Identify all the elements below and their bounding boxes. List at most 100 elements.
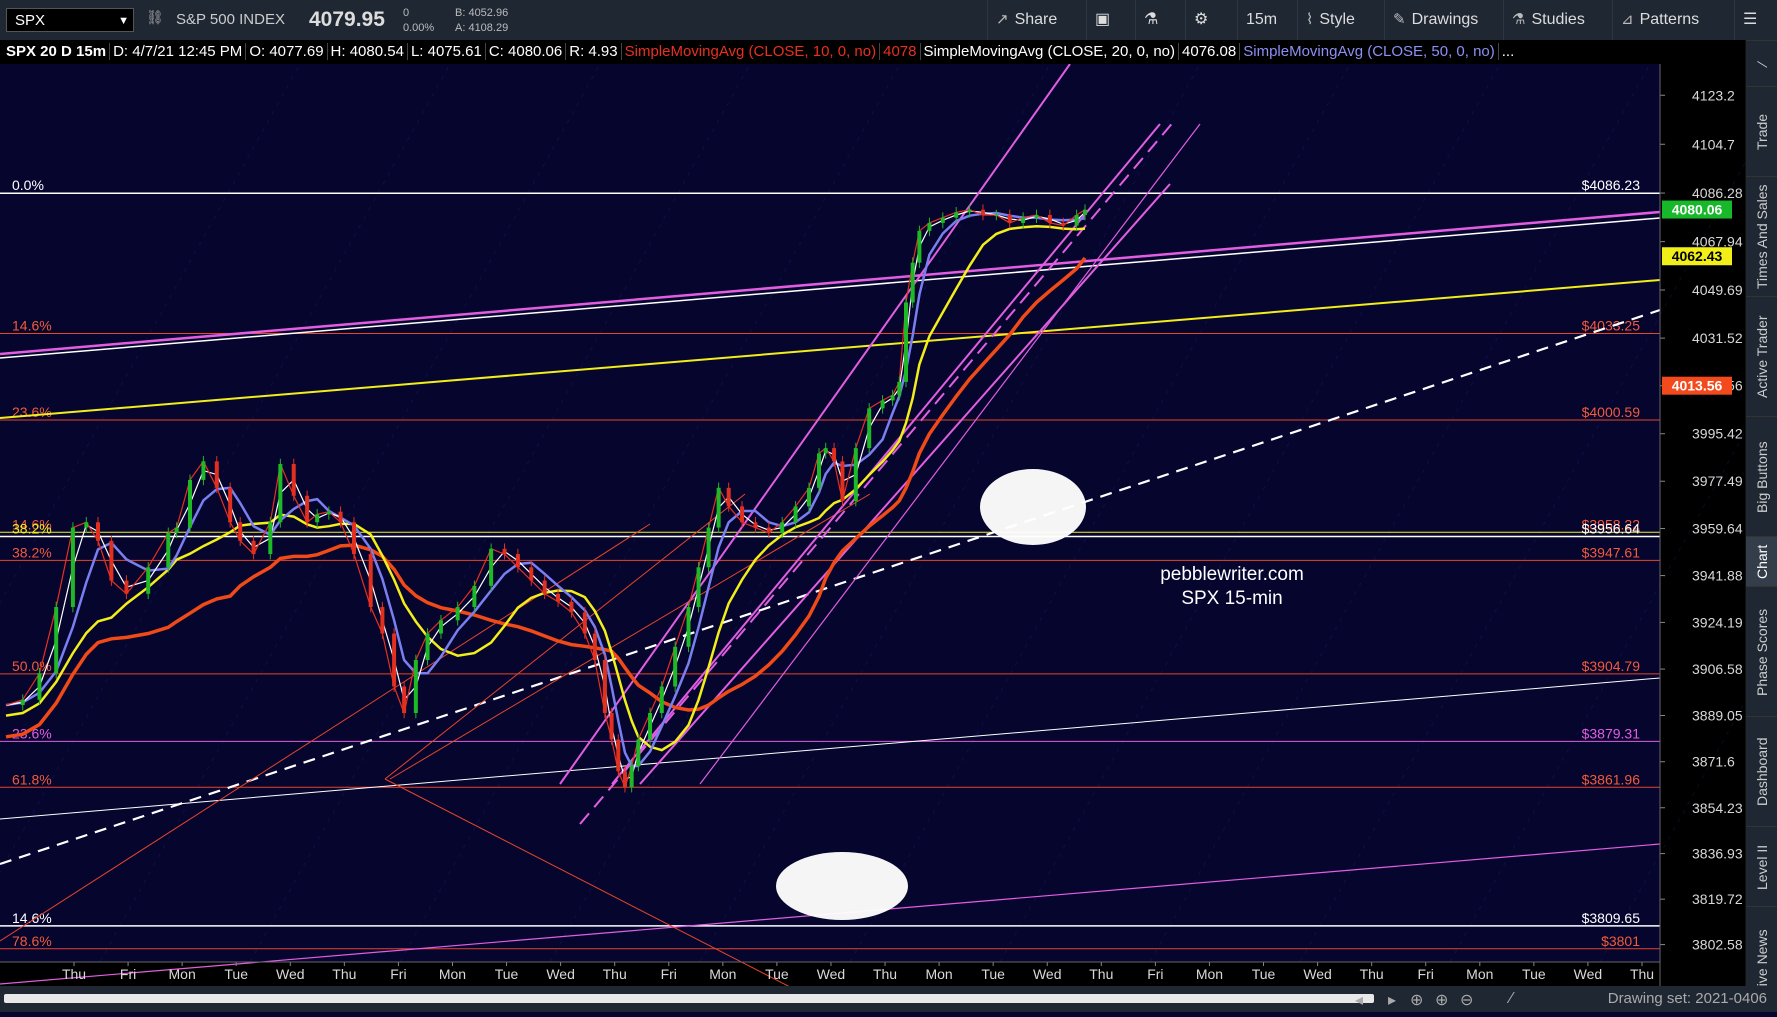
sidebar-tab-level-ii[interactable]: Level II (1746, 826, 1777, 907)
patterns-button[interactable]: ⊿ Patterns (1612, 0, 1707, 40)
fib-level-price: $4000.59 (1582, 404, 1641, 420)
candle-body (726, 487, 731, 507)
scroll-right-icon[interactable]: ▸ (1388, 990, 1396, 1010)
candle-body (686, 607, 691, 647)
candle-body (351, 522, 356, 555)
fib-level-pct: 61.8% (12, 771, 52, 787)
x-tick-label: Tue (224, 966, 248, 982)
x-tick-label: Fri (661, 966, 677, 982)
bar-date: D: 4/7/21 12:45 PM (110, 43, 247, 60)
candle-body (529, 567, 534, 581)
price-chart[interactable]: 0.0% $4086.2314.6% $4033.2523.6% $4000.5914… (0, 63, 1777, 1017)
candle-body (1021, 217, 1026, 223)
x-tick-label: Wed (276, 966, 305, 982)
x-tick-label: Thu (1630, 966, 1654, 982)
flask-button[interactable]: ⚗ (1135, 0, 1166, 40)
studies-button[interactable]: ⚗ Studies (1503, 0, 1593, 40)
style-icon: ⌇ (1306, 11, 1314, 28)
screenshot-button[interactable]: ▣ (1086, 0, 1118, 40)
interval-button[interactable]: 15m (1237, 0, 1285, 40)
candle-body (853, 448, 858, 502)
candle-body (806, 487, 811, 507)
last-price: 4079.95 (309, 8, 385, 31)
candle-body (109, 540, 114, 581)
fib-level-pct: 38.2% (12, 520, 52, 536)
sma50-label[interactable]: SimpleMovingAvg (CLOSE, 50, 0, no) (1240, 43, 1499, 60)
x-tick-label: Thu (873, 966, 897, 982)
style-button[interactable]: ⌇ Style (1297, 0, 1363, 40)
candle-body (793, 506, 798, 523)
sma10-label[interactable]: SimpleMovingAvg (CLOSE, 10, 0, no) (621, 43, 881, 60)
candle-body (897, 381, 902, 396)
y-tick-label: 3836.93 (1692, 846, 1743, 862)
sidebar-tab-active-trader[interactable]: Active Trader (1746, 296, 1777, 417)
pencil-icon: ✎ (1393, 11, 1406, 28)
drawing-set-icon[interactable]: ∕ (1510, 990, 1513, 1008)
horizontal-scrollbar[interactable] (4, 994, 1374, 1003)
x-tick-label: Fri (1418, 966, 1434, 982)
draw-tool-icon[interactable]: ∕ (1746, 40, 1777, 87)
candle-body (817, 453, 822, 488)
candle-body (954, 212, 959, 218)
x-tick-label: Mon (925, 966, 952, 982)
sidebar-tab-big-buttons[interactable]: Big Buttons (1746, 416, 1777, 537)
chevron-down-icon[interactable]: ▼ (118, 9, 129, 33)
scroll-left-icon[interactable]: ◂ (1355, 990, 1363, 1010)
fib-level-pct: 14.6% (12, 318, 52, 334)
x-tick-label: Wed (546, 966, 575, 982)
ask-price: A: 4108.29 (455, 22, 509, 34)
chart-area[interactable]: 0.0% $4086.23 14.6% $4033.25 23.6% $4000.59 14… (0, 63, 1777, 1017)
drawing-set-label[interactable]: Drawing set: 2021-0406 (1608, 990, 1767, 1007)
instrument-name: S&P 500 INDEX (176, 11, 285, 28)
candle-body (368, 554, 373, 608)
x-tick-label: Thu (62, 966, 86, 982)
drawings-button[interactable]: ✎ Drawings (1384, 0, 1486, 40)
candle-body (278, 463, 283, 523)
zoom-in-icon[interactable]: ⊕ (1435, 990, 1448, 1010)
sma20-label[interactable]: SimpleMovingAvg (CLOSE, 20, 0, no) (920, 43, 1180, 60)
y-tick-label: 4123.2 (1692, 87, 1735, 103)
menu-button[interactable]: ☰ (1734, 0, 1777, 40)
share-button[interactable]: ↗ Share (987, 0, 1065, 40)
settings-button[interactable]: ⚙ (1185, 0, 1216, 40)
x-tick-label: Tue (1252, 966, 1276, 982)
sidebar-tab-phase-scores[interactable]: Phase Scores (1746, 586, 1777, 717)
fib-level-price: $3809.65 (1582, 910, 1641, 926)
patterns-label: Patterns (1639, 11, 1700, 28)
study-legend-bar: SPX 20 D 15m D: 4/7/21 12:45 PM O: 4077.69… (0, 40, 1745, 64)
bar-open: O: 4077.69 (246, 43, 328, 60)
zoom-out-icon[interactable]: ⊖ (1460, 990, 1473, 1010)
candle-body (753, 522, 758, 528)
candle-body (37, 673, 42, 700)
candle-body (188, 479, 193, 528)
flask-icon: ⚗ (1144, 11, 1159, 28)
more-studies[interactable]: ... (1499, 43, 1518, 60)
highlight-oval (776, 852, 908, 920)
crosshair-icon[interactable]: ⊕ (1410, 990, 1423, 1010)
sidebar-tab-dashboard[interactable]: Dashboard (1746, 716, 1777, 827)
sidebar-tab-trade[interactable]: Trade (1746, 86, 1777, 177)
fib-level-price: $4086.23 (1582, 177, 1641, 193)
candle-body (706, 527, 711, 568)
candle-body (380, 607, 385, 634)
candle-body (910, 262, 915, 303)
candle-body (592, 633, 597, 661)
candle-body (582, 612, 587, 634)
share-label: Share (1014, 11, 1058, 28)
candle-body (1074, 214, 1079, 226)
gear-icon: ⚙ (1194, 11, 1209, 28)
sidebar-tab-chart[interactable]: Chart (1746, 536, 1777, 587)
drawings-label: Drawings (1411, 11, 1479, 28)
right-sidebar: ∕ Trade Times And Sales Active Trader Big B… (1745, 40, 1777, 1017)
fib-level-pct: 38.2% (12, 544, 52, 560)
sidebar-tab-times-and-sales[interactable]: Times And Sales (1746, 176, 1777, 297)
candle-body (251, 540, 256, 555)
y-tick-label: 3802.58 (1692, 937, 1743, 953)
x-tick-label: Tue (495, 966, 519, 982)
candle-body (326, 511, 331, 515)
y-tick-label: 3906.58 (1692, 661, 1743, 677)
link-icon[interactable]: ⛓ (146, 9, 164, 26)
symbol-input[interactable]: SPX ▼ (6, 8, 134, 32)
candle-body (740, 506, 745, 523)
y-tick-label: 4104.7 (1692, 136, 1735, 152)
